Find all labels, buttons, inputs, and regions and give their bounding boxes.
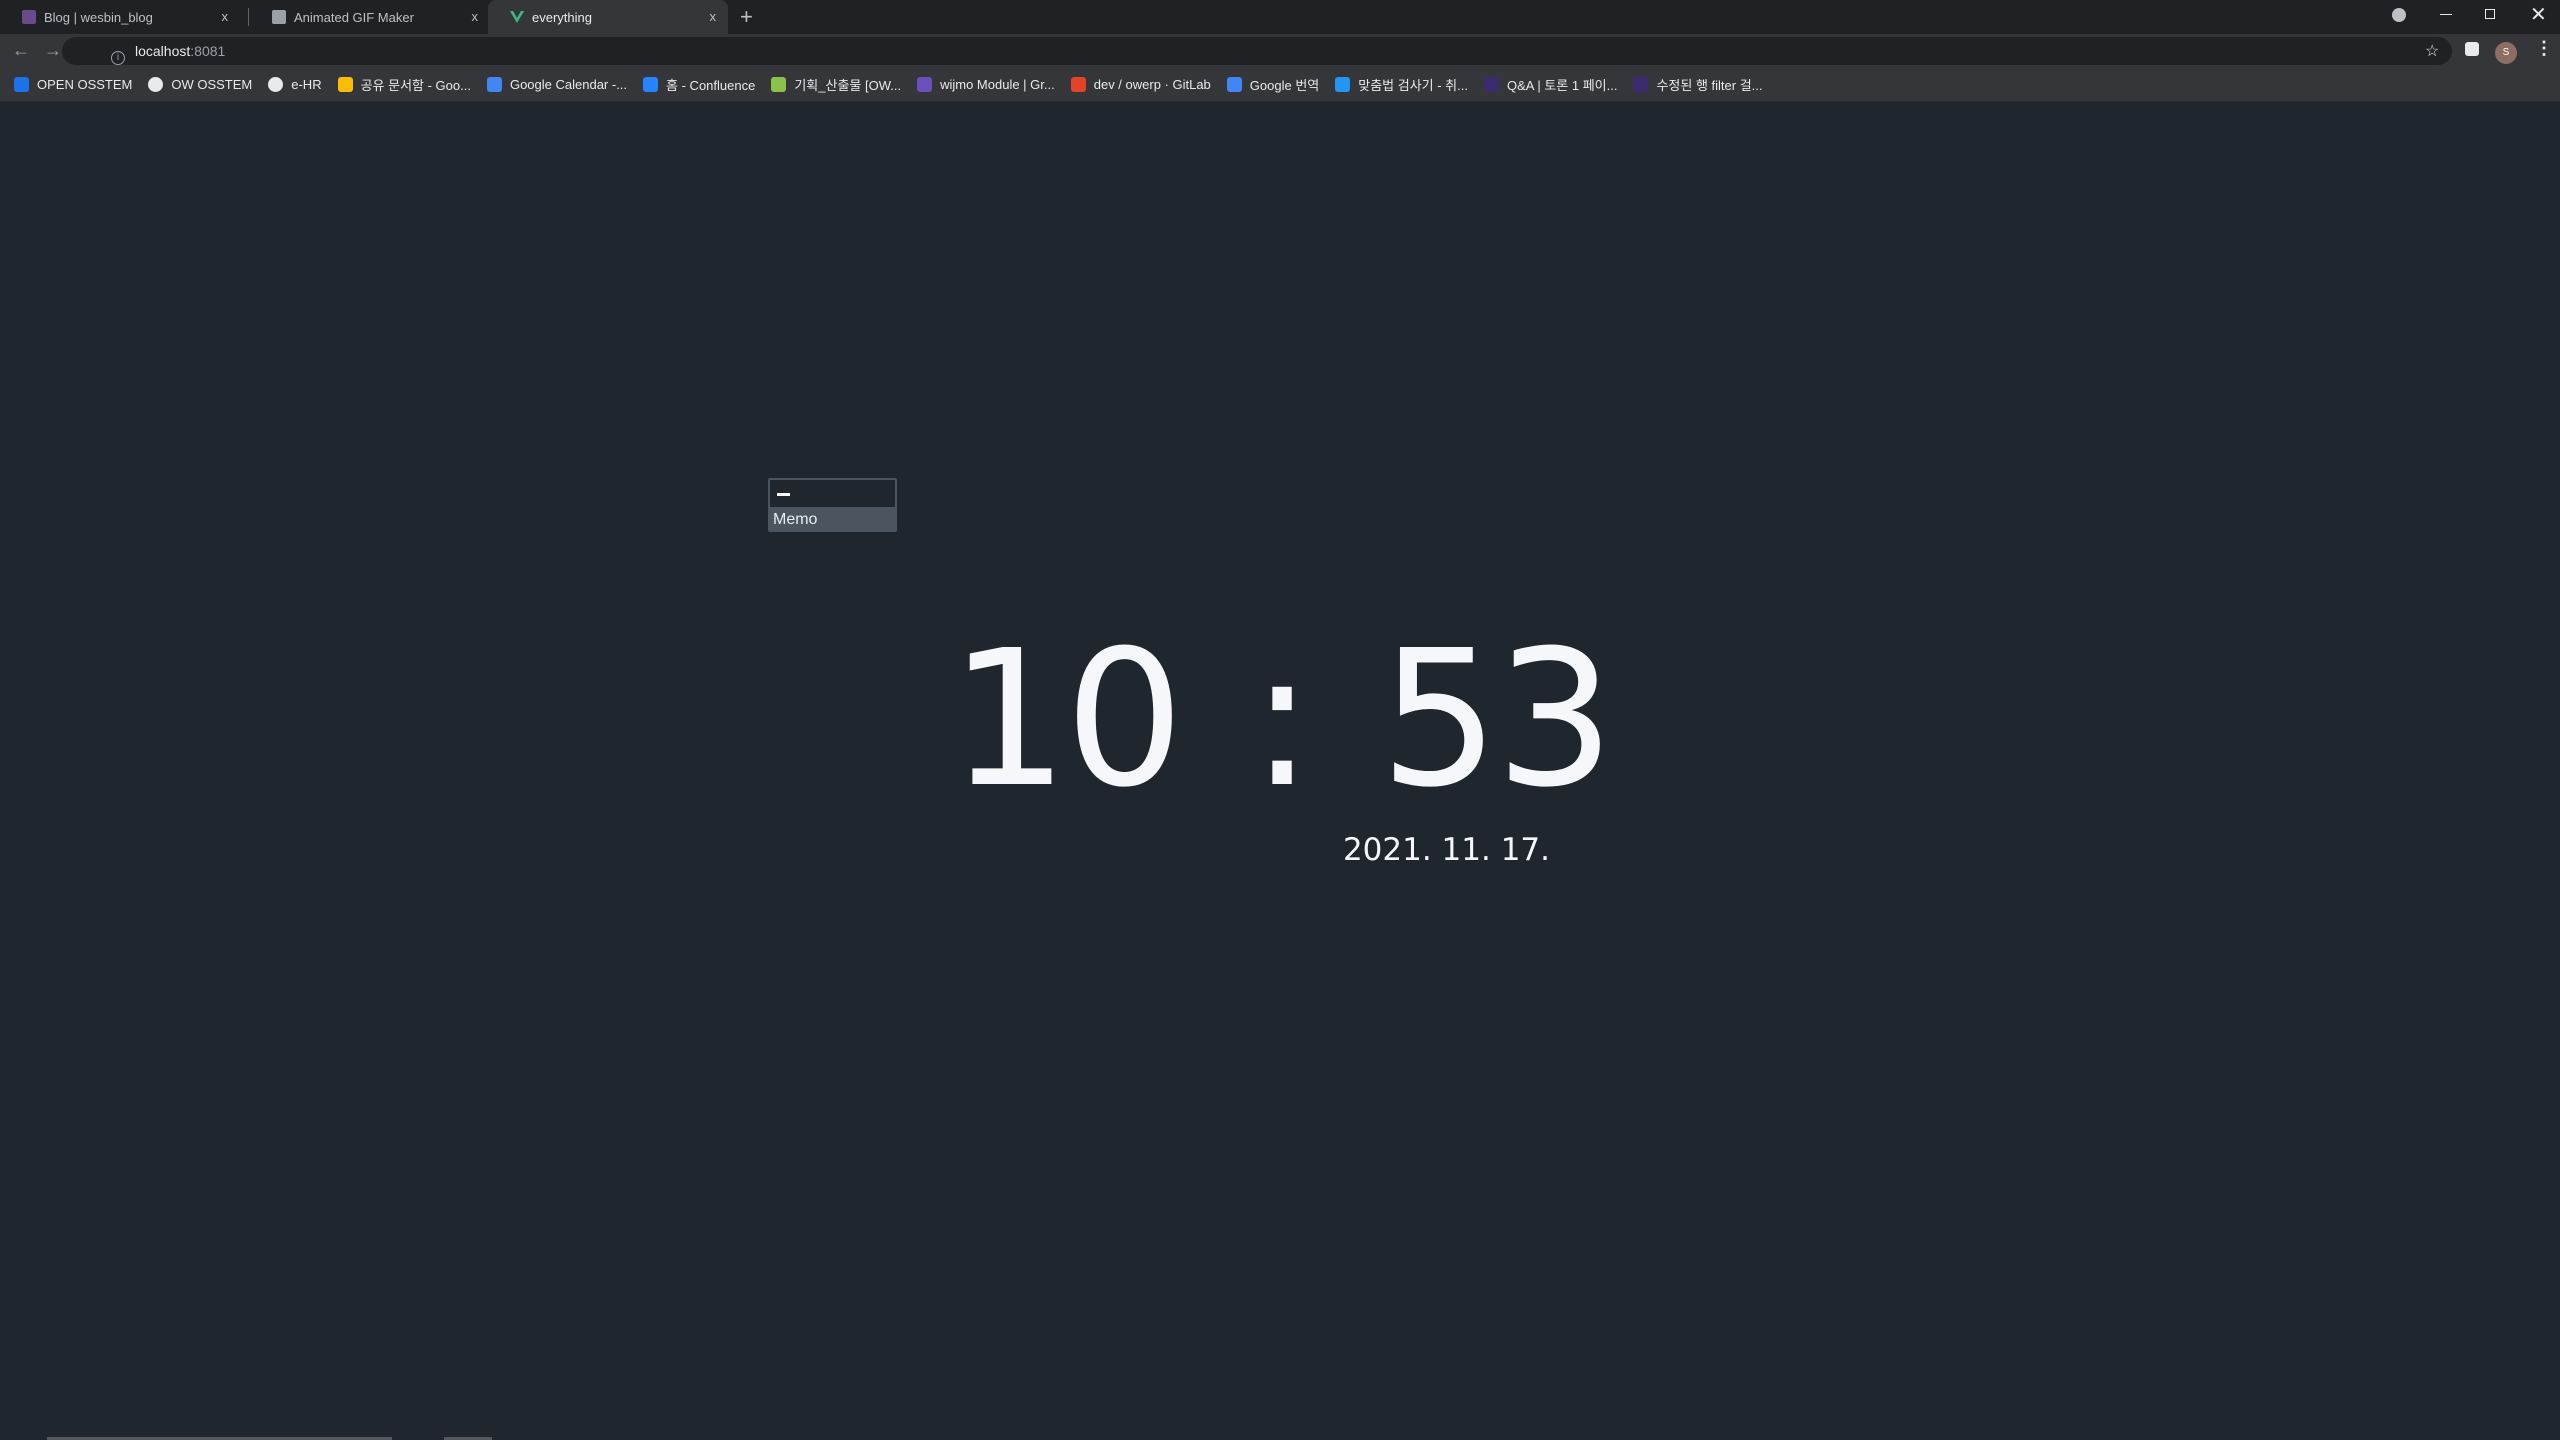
bookmark-star-icon[interactable]: ☆ [2425,41,2439,61]
bookmark-favicon-icon [643,77,659,92]
clock: 10:53 [0,610,2560,829]
new-tab-button[interactable]: + [740,4,753,30]
profile-avatar[interactable]: S [2495,42,2517,64]
bookmark-label: e-HR [291,77,322,92]
bookmark-favicon-icon [486,77,502,92]
bookmark-item[interactable]: wijmo Module | Gr... [917,77,1055,92]
clock-separator: : [1250,610,1313,829]
bookmark-item[interactable]: Google Calendar -... [486,77,628,92]
bookmark-label: 홈 - Confluence [666,78,756,93]
url-host: localhost [135,43,191,59]
minimize-icon[interactable] [2440,14,2452,15]
clock-minutes: 53 [1379,610,1615,829]
bookmark-favicon-icon [268,77,284,92]
bookmark-favicon-icon [1633,77,1649,92]
tab-search-icon[interactable] [2392,8,2406,22]
url-port: :8081 [190,43,226,59]
blog-favicon-icon [22,10,36,24]
close-tab-icon[interactable]: x [472,9,479,24]
bookmark-favicon-icon [14,77,29,92]
restore-icon[interactable] [2485,9,2495,19]
bookmark-label: Google 번역 [1249,78,1320,93]
address-bar[interactable]: i localhost:8081 [62,37,2452,65]
bookmark-label: Google Calendar -... [509,77,628,92]
bookmark-label: dev / owerp · GitLab [1093,77,1211,92]
bookmark-item[interactable]: OPEN OSSTEM [14,77,132,92]
menu-icon[interactable]: ⋮ [2535,38,2553,59]
bookmark-label: wijmo Module | Gr... [940,77,1055,92]
extensions-icon[interactable] [2465,42,2479,56]
bookmark-item[interactable]: Q&A | 토론 1 페이... [1483,75,1618,94]
bookmark-favicon-icon [1070,77,1086,92]
bookmark-favicon-icon [1335,77,1351,92]
bookmark-item[interactable]: 공유 문서함 - Goo... [337,75,471,94]
bookmark-favicon-icon [337,77,353,92]
bookmark-favicon-icon [148,77,164,92]
gif-favicon-icon [272,10,286,24]
bookmark-label: OPEN OSSTEM [37,77,133,92]
tab-everything[interactable]: everything x [488,0,728,34]
tab-label: Blog | wesbin_blog [44,9,153,25]
bookmarks-bar: OPEN OSSTEM OW OSSTEM e-HR 공유 문서함 - Goo... G… [0,68,2560,102]
bookmark-item[interactable]: 홈 - Confluence [643,75,755,94]
bookmark-label: 맞춤법 검사기 - 취... [1358,78,1468,93]
site-info-icon[interactable]: i [111,51,125,65]
memo-input[interactable] [770,480,895,507]
tab-label: everything [532,9,592,25]
bookmark-item[interactable]: Google 번역 [1226,75,1320,94]
bookmark-label: OW OSSTEM [171,77,253,92]
bookmark-item[interactable]: 수정된 행 filter 걸... [1633,75,1762,94]
bookmark-label: 기획_산출물 [OW... [794,78,902,93]
bookmark-item[interactable]: OW OSSTEM [148,77,252,92]
bookmark-label: 수정된 행 filter 걸... [1656,78,1763,93]
clock-date: 2021. 11. 17. [1342,832,1550,868]
bookmark-favicon-icon [771,77,787,92]
bookmark-favicon-icon [1226,77,1242,92]
tab-label: Animated GIF Maker [294,9,414,25]
bookmark-item[interactable]: dev / owerp · GitLab [1070,77,1211,92]
bookmark-item[interactable]: e-HR [268,77,322,92]
bookmark-favicon-icon [1483,77,1499,92]
close-tab-icon[interactable]: x [710,9,717,24]
tab-bar: Blog | wesbin_blog x Animated GIF Maker … [0,0,2560,34]
close-window-icon[interactable]: ✕ [2530,2,2547,27]
bookmark-favicon-icon [917,77,933,92]
bookmark-label: Q&A | 토론 1 페이... [1506,78,1618,93]
back-icon[interactable]: ← [12,40,30,61]
memo-option[interactable]: Memo [770,507,895,532]
vue-favicon-icon [510,10,524,24]
text-cursor [777,493,790,496]
tab-divider [248,8,249,26]
tab-gif-maker[interactable]: Animated GIF Maker x [250,0,490,34]
toolbar: ← → ⟳ i localhost:8081 ☆ ⋮ [0,34,2560,68]
close-tab-icon[interactable]: x [222,9,229,24]
memo-widget: Memo [768,478,897,532]
bookmark-item[interactable]: 맞춤법 검사기 - 취... [1335,75,1468,94]
forward-icon[interactable]: → [44,40,62,61]
bookmark-label: 공유 문서함 - Goo... [360,78,471,93]
clock-hours: 10 [949,610,1184,829]
tab-blog[interactable]: Blog | wesbin_blog x [0,0,240,34]
bookmark-item[interactable]: 기획_산출물 [OW... [771,75,901,94]
